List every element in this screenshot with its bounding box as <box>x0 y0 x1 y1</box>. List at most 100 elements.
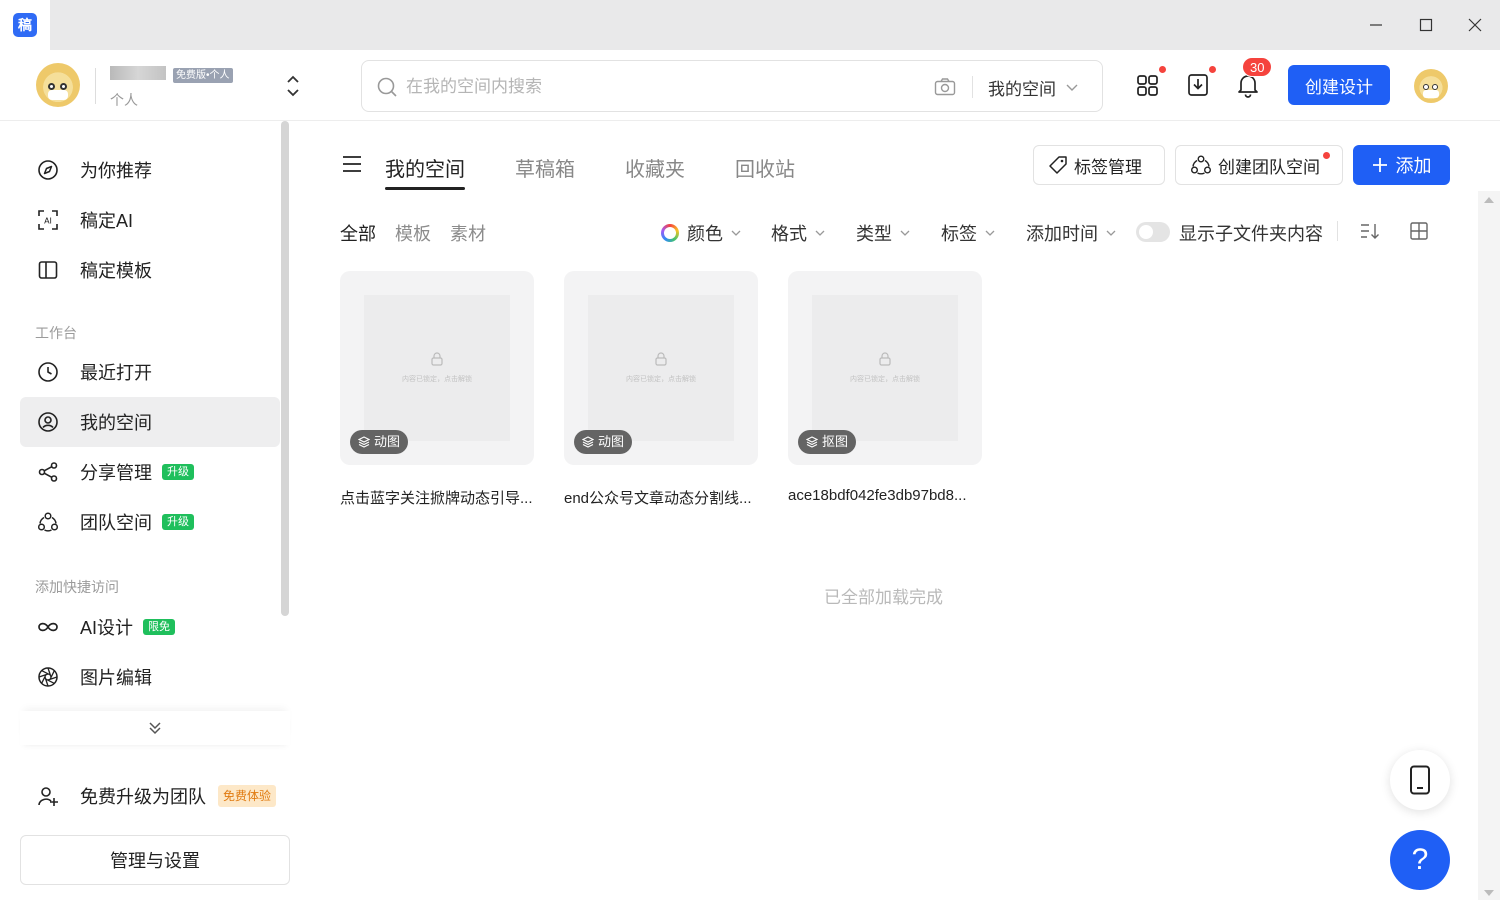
tag-icon <box>1049 156 1067 174</box>
asset-type-badge: 抠图 <box>798 430 857 454</box>
add-button-label: 添加 <box>1395 156 1432 176</box>
upgrade-team-label: 免费升级为团队 <box>80 787 206 807</box>
add-button[interactable]: 添加 <box>1353 145 1450 185</box>
add-user-icon <box>36 784 60 808</box>
sidebar-item-my-space[interactable]: 我的空间 <box>20 397 280 447</box>
sidebar-item-share[interactable]: 分享管理 升级 <box>20 447 280 497</box>
tab-my-space[interactable]: 我的空间 <box>385 153 465 182</box>
active-tab-indicator <box>385 187 465 190</box>
switch-chevrons-icon <box>287 75 299 97</box>
user-circle-icon <box>36 410 60 434</box>
ai-icon: AI <box>36 208 60 232</box>
upgrade-team-item[interactable]: 免费升级为团队 免费体验 <box>20 771 280 821</box>
account-switcher[interactable] <box>283 72 303 100</box>
search-input[interactable] <box>406 73 906 101</box>
subtab-all[interactable]: 全部 <box>340 220 376 246</box>
sidebar-item-label: 稿定AI <box>80 211 134 231</box>
main-content: 我的空间 草稿箱 收藏夹 回收站 标签管理 创建团队空间 添加 全部 模板 素材… <box>300 121 1500 900</box>
filter-color-label: 颜色 <box>687 224 723 244</box>
divider <box>1337 221 1338 241</box>
scroll-up-arrow-icon[interactable] <box>1484 197 1494 203</box>
sidebar-item-team-space[interactable]: 团队空间 升级 <box>20 497 280 547</box>
grid-view-icon[interactable] <box>1410 222 1428 240</box>
asset-thumbnail: 内容已锁定，点击解锁 抠图 <box>788 271 982 465</box>
create-team-space-button[interactable]: 创建团队空间 <box>1175 145 1343 185</box>
subtab-templates[interactable]: 模板 <box>395 220 431 246</box>
asset-type-badge: 动图 <box>350 430 409 454</box>
sidebar-item-templates[interactable]: 稿定模板 <box>20 245 280 295</box>
create-design-button[interactable]: 创建设计 <box>1288 65 1390 105</box>
compass-icon <box>36 158 60 182</box>
asset-card[interactable]: 内容已锁定，点击解锁 动图 end公众号文章动态分割线... <box>564 271 758 508</box>
lock-icon <box>431 352 443 366</box>
user-avatar[interactable] <box>1414 69 1448 103</box>
share-icon <box>36 460 60 484</box>
sidebar-item-label: 为你推荐 <box>80 161 152 181</box>
mobile-app-button[interactable] <box>1390 750 1450 810</box>
sort-icon[interactable] <box>1360 222 1380 240</box>
search-scope-dropdown[interactable]: 我的空间 <box>988 75 1078 100</box>
minimize-button[interactable] <box>1363 12 1389 38</box>
infinity-icon <box>36 615 60 639</box>
team-avatar[interactable] <box>36 63 80 107</box>
sidebar-item-image-edit[interactable]: 图片编辑 <box>20 652 280 702</box>
filter-time-label: 添加时间 <box>1026 224 1098 244</box>
sidebar-item-ai[interactable]: AI 稿定AI <box>20 195 280 245</box>
color-wheel-icon <box>661 224 679 242</box>
manage-settings-button[interactable]: 管理与设置 <box>20 835 290 885</box>
camera-icon[interactable] <box>934 77 956 97</box>
upgrade-tag: 升级 <box>162 464 194 480</box>
layers-icon <box>582 436 594 448</box>
layers-icon <box>806 436 818 448</box>
help-button[interactable]: ? <box>1390 830 1450 890</box>
notification-count-badge: 30 <box>1242 57 1273 77</box>
scroll-down-arrow-icon[interactable] <box>1484 890 1494 896</box>
asset-name: ace18bdf042fe3db97bd8... <box>788 487 967 504</box>
main-scrollbar[interactable] <box>1478 191 1500 900</box>
filter-added-time[interactable]: 添加时间 <box>1026 220 1116 246</box>
quick-access-section-title: 添加快捷访问 <box>35 579 119 595</box>
account-type-label: 个人 <box>110 92 138 108</box>
filter-format[interactable]: 格式 <box>771 220 825 246</box>
menu-icon[interactable] <box>342 155 362 173</box>
workbench-section-title: 工作台 <box>35 325 77 341</box>
asset-card[interactable]: 内容已锁定，点击解锁 动图 点击蓝字关注掀牌动态引导... <box>340 271 534 508</box>
expand-more-button[interactable] <box>20 711 290 745</box>
divider <box>95 68 96 104</box>
aperture-icon <box>36 665 60 689</box>
maximize-icon <box>1419 18 1433 32</box>
sidebar-item-ai-design[interactable]: AI设计 限免 <box>20 602 280 652</box>
minimize-icon <box>1370 24 1382 26</box>
sidebar-scrollbar[interactable] <box>281 121 289 616</box>
download-icon[interactable] <box>1186 72 1210 98</box>
filter-tag[interactable]: 标签 <box>941 220 995 246</box>
tab-recycle-bin[interactable]: 回收站 <box>735 153 795 182</box>
apps-grid-icon[interactable] <box>1136 72 1160 98</box>
tab-favorites[interactable]: 收藏夹 <box>625 153 685 182</box>
asset-thumbnail: 内容已锁定，点击解锁 动图 <box>564 271 758 465</box>
maximize-button[interactable] <box>1413 12 1439 38</box>
svg-text:AI: AI <box>44 217 52 226</box>
show-subfolder-toggle[interactable] <box>1136 222 1170 242</box>
tag-manage-label: 标签管理 <box>1074 157 1142 177</box>
filter-color[interactable]: 颜色 <box>661 220 741 246</box>
show-subfolder-label: 显示子文件夹内容 <box>1179 224 1323 244</box>
sidebar-item-recent[interactable]: 最近打开 <box>20 347 280 397</box>
free-trial-tag: 免费体验 <box>218 785 277 807</box>
subtab-materials[interactable]: 素材 <box>450 220 486 246</box>
tab-drafts[interactable]: 草稿箱 <box>515 153 575 182</box>
title-bar-drag-area[interactable] <box>50 0 1500 50</box>
sidebar-item-recommend[interactable]: 为你推荐 <box>20 145 280 195</box>
sidebar-item-label: 稿定模板 <box>80 261 152 281</box>
user-name-redacted <box>110 66 166 80</box>
close-icon <box>1468 18 1482 32</box>
asset-card[interactable]: 内容已锁定，点击解锁 抠图 ace18bdf042fe3db97bd8... <box>788 271 982 504</box>
tag-manage-button[interactable]: 标签管理 <box>1033 145 1165 185</box>
close-window-button[interactable] <box>1462 12 1488 38</box>
filter-type[interactable]: 类型 <box>856 220 910 246</box>
asset-name: 点击蓝字关注掀牌动态引导... <box>340 490 533 507</box>
create-team-space-label: 创建团队空间 <box>1218 157 1320 177</box>
chevron-down-icon <box>1066 84 1078 91</box>
sidebar-item-label: 团队空间 <box>80 513 152 533</box>
title-bar: 稿 <box>0 0 1500 50</box>
